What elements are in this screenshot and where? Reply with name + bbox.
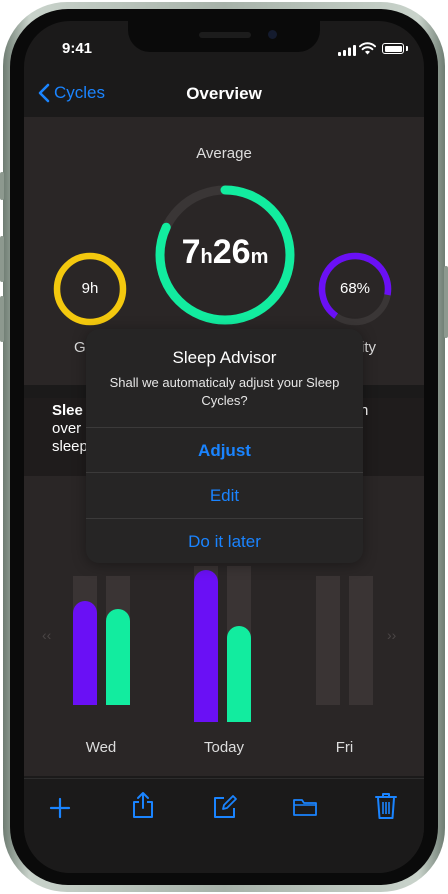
front-camera: [268, 30, 277, 39]
wed-bar-purple[interactable]: [73, 601, 97, 705]
folder-icon[interactable]: [292, 797, 318, 817]
notch: [128, 21, 320, 52]
volume-up-button: [0, 236, 4, 282]
adjust-button[interactable]: Adjust: [86, 427, 363, 473]
page-title: Overview: [186, 84, 262, 103]
fri-bar-background-1: [316, 576, 340, 705]
alert-title: Sleep Advisor: [172, 348, 277, 367]
day-label-today: Today: [203, 739, 245, 756]
sleep-advisor-alert: Sleep Advisor Shall we automaticaly adju…: [86, 329, 363, 563]
power-button: [444, 266, 448, 338]
today-bar-purple[interactable]: [194, 570, 218, 722]
volume-down-button: [0, 296, 4, 342]
navigation-bar: Cycles Overview: [24, 71, 424, 117]
day-label-wed: Wed: [85, 739, 117, 756]
battery-tip: [406, 46, 408, 51]
average-duration: 7h26m: [181, 233, 269, 271]
goal-label: G: [74, 339, 86, 356]
wifi-icon: [359, 42, 376, 55]
do-it-later-button[interactable]: Do it later: [86, 518, 363, 563]
trash-icon[interactable]: [374, 792, 398, 820]
screen: 9:41 Cycles Overview Average 7h26m 9h G …: [24, 21, 424, 873]
wed-bar-green[interactable]: [106, 609, 130, 705]
alert-message: Shall we automaticaly adjust your Sleep …: [109, 375, 340, 408]
speaker: [199, 32, 251, 38]
mute-switch: [0, 172, 4, 200]
edit-button[interactable]: Edit: [86, 472, 363, 518]
average-label: Average: [196, 145, 252, 162]
goal-ring-value: 9h: [81, 280, 99, 297]
previous-arrow[interactable]: ‹‹: [42, 627, 51, 643]
status-time: 9:41: [62, 40, 93, 57]
signal-icon: [338, 45, 356, 56]
share-icon[interactable]: [131, 791, 155, 819]
day-label-fri: Fri: [335, 739, 354, 756]
next-arrow[interactable]: ››: [387, 627, 396, 643]
battery-icon: [382, 43, 404, 54]
description-bold: Slee: [52, 402, 83, 419]
quality-ring-value: 68%: [339, 280, 371, 297]
compose-icon[interactable]: [212, 794, 238, 820]
bottom-toolbar: [24, 778, 424, 873]
quality-label: ity: [361, 339, 376, 356]
plus-icon[interactable]: [48, 796, 72, 820]
today-bar-green[interactable]: [227, 626, 251, 722]
fri-bar-background-2: [349, 576, 373, 705]
